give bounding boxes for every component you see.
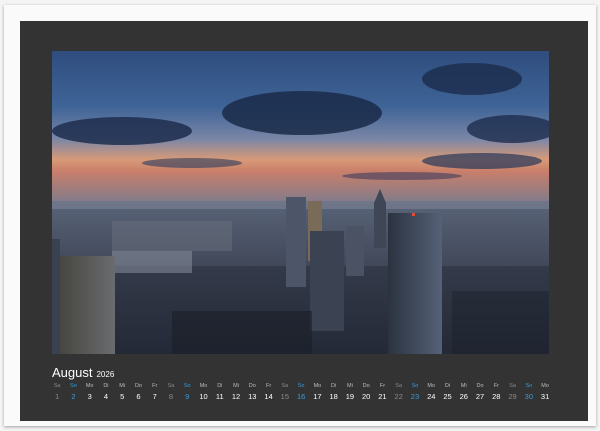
day-number: 15	[280, 392, 290, 401]
weekday-label: Fr	[152, 383, 158, 389]
skyline-photo	[52, 51, 549, 354]
day-number: 18	[329, 392, 338, 401]
day-number: 5	[120, 392, 125, 401]
weekday-label: Fr	[265, 383, 272, 389]
day-number: 14	[264, 392, 273, 401]
weekday-label: Mo	[85, 383, 94, 389]
weekday-label: Di	[444, 383, 451, 389]
weekday-label: Di	[217, 383, 223, 389]
day-number: 26	[459, 392, 468, 401]
weekday-label: Mo	[313, 383, 322, 389]
day-number: 31	[540, 392, 550, 401]
day-number: 1	[55, 392, 60, 401]
day-number: 9	[185, 392, 190, 401]
weekday-label: So	[183, 383, 191, 389]
day-number: 29	[508, 392, 517, 401]
weekday-label: Mi	[347, 383, 353, 389]
day-number: 11	[215, 392, 224, 401]
weekday-label: Do	[248, 383, 256, 389]
weekday-label: Sa	[395, 383, 403, 389]
day-number: 24	[427, 392, 436, 401]
weekday-label: Sa	[509, 383, 516, 389]
day-number: 12	[231, 392, 241, 401]
day-number: 13	[248, 392, 257, 401]
month-name: August	[52, 365, 93, 380]
weekday-label: So	[411, 383, 419, 389]
weekday-label: Do	[134, 383, 142, 389]
day-number: 3	[87, 392, 92, 401]
weekday-label: Di	[331, 383, 337, 389]
day-number: 20	[362, 392, 371, 401]
day-number: 27	[475, 392, 485, 401]
calendar-grid: Sa So Mo Di Mi Do Fr Sa So Mo Di Mi Do Fr Sa So Mo Di Mi Do…	[49, 382, 553, 403]
day-number: 28	[492, 392, 501, 401]
day-number: 4	[103, 392, 109, 401]
day-number: 6	[136, 392, 141, 401]
day-number: 25	[443, 392, 452, 401]
day-number: 21	[378, 392, 387, 401]
weekday-label: Mo	[541, 383, 549, 389]
weekday-label: Mo	[427, 383, 436, 389]
day-number: 8	[168, 392, 174, 401]
weekday-label-row: Sa So Mo Di Mi Do Fr Sa So Mo Di Mi Do Fr Sa So Mo Di Mi Do…	[49, 382, 553, 391]
weekday-label: Mo	[199, 383, 208, 389]
day-number: 16	[296, 392, 306, 401]
day-number: 17	[313, 392, 322, 401]
weekday-label: So	[70, 383, 77, 389]
day-number: 19	[345, 392, 355, 401]
weekday-label: Do	[362, 383, 370, 389]
weekday-label: Fr	[379, 383, 386, 389]
day-number: 7	[152, 392, 157, 401]
weekday-label: Sa	[53, 383, 61, 389]
weekday-label: Mi	[233, 383, 239, 389]
day-number: 10	[199, 392, 208, 401]
day-number: 30	[524, 392, 533, 401]
month-heading: August 2026	[52, 365, 114, 381]
weekday-label: So	[297, 383, 305, 389]
weekday-label: Sa	[281, 383, 289, 389]
weekday-label: Fr	[493, 383, 499, 389]
day-number-row: 1 2 3 4 5 6 7 8 9 10 11 12 13 14 15 16 17 18 19 20 21 22 23 24 2…	[49, 391, 553, 403]
day-number: 22	[394, 392, 403, 401]
weekday-label: Mi	[119, 383, 126, 389]
day-number: 2	[71, 392, 76, 401]
weekday-label: Sa	[167, 383, 175, 389]
year-label: 2026	[96, 370, 115, 379]
weekday-label: Di	[103, 383, 109, 389]
weekday-label: So	[525, 383, 533, 389]
day-number: 23	[410, 392, 420, 401]
weekday-label: Do	[476, 383, 484, 389]
weekday-label: Mi	[460, 383, 467, 389]
